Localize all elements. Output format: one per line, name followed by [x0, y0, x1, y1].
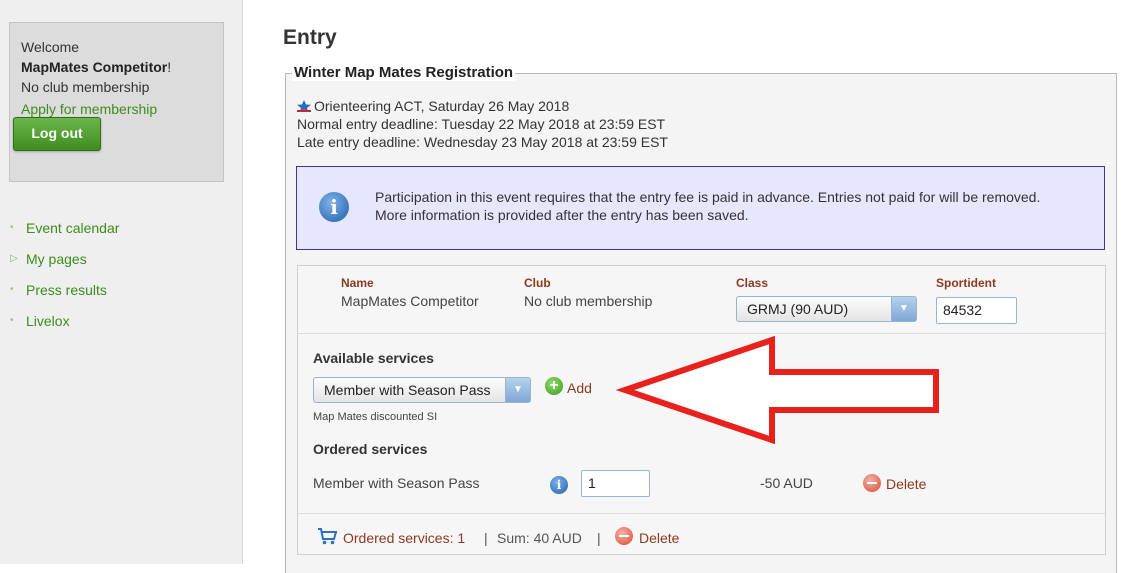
annotation-arrow — [615, 335, 939, 445]
